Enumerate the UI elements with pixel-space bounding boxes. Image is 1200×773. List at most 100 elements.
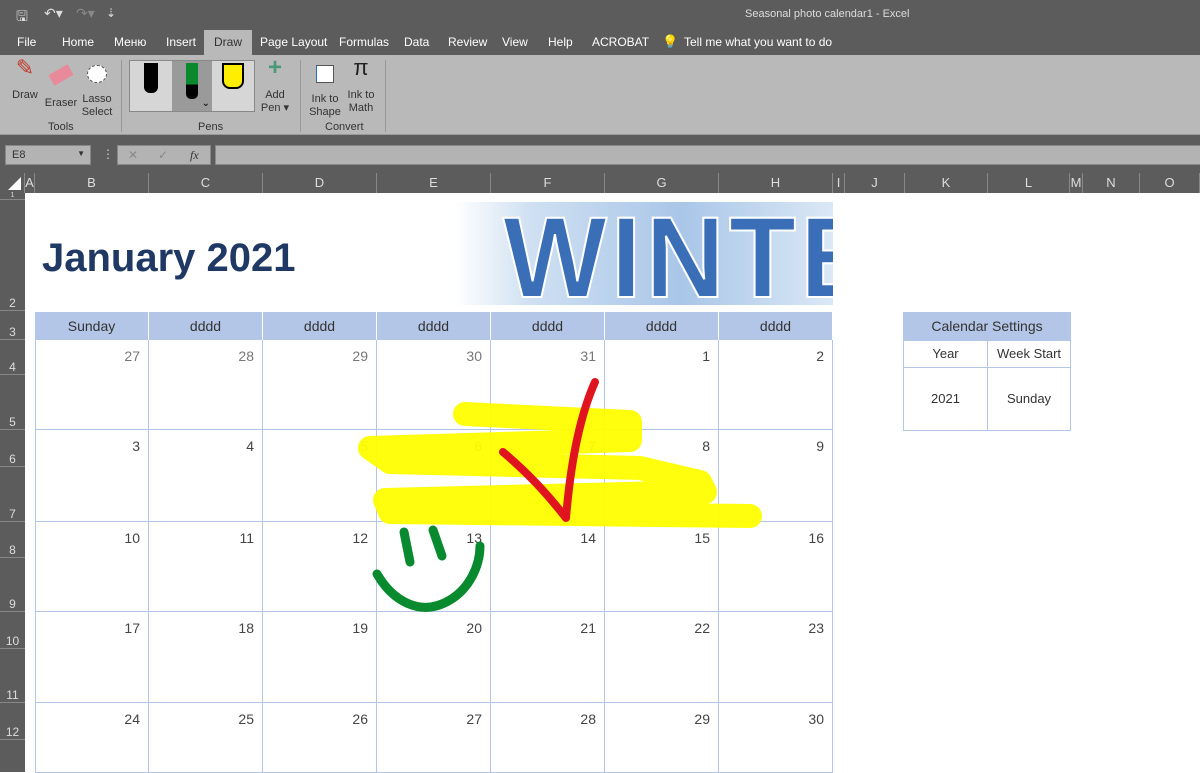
- ink-to-shape-button[interactable]: Ink to Shape: [308, 61, 342, 119]
- enter-icon[interactable]: ✓: [158, 148, 168, 162]
- calendar-day-cell[interactable]: 24: [35, 703, 149, 773]
- calendar-day-cell[interactable]: 4: [149, 430, 263, 522]
- column-header[interactable]: E: [377, 173, 491, 193]
- column-header[interactable]: M: [1070, 173, 1083, 193]
- tab-view[interactable]: View: [492, 30, 538, 55]
- calendar-day-cell[interactable]: 9: [719, 430, 833, 522]
- calendar-day-cell[interactable]: 20: [377, 612, 491, 703]
- row-header[interactable]: 7: [0, 467, 25, 522]
- calendar-day-cell[interactable]: 28: [491, 703, 605, 773]
- undo-icon[interactable]: ↶▾: [44, 5, 63, 22]
- calendar-day-cell[interactable]: 14: [491, 522, 605, 612]
- calendar-day-cell[interactable]: 17: [35, 612, 149, 703]
- calendar-day-cell[interactable]: 28: [149, 340, 263, 430]
- tab-acrobat[interactable]: ACROBAT: [582, 30, 659, 55]
- pen-highlighter[interactable]: [212, 61, 254, 111]
- calendar-day-cell[interactable]: 19: [263, 612, 377, 703]
- window-title: Seasonal photo calendar1 - Excel: [745, 8, 910, 20]
- row-header[interactable]: 10: [0, 612, 25, 649]
- dropdown-icon[interactable]: ▼: [77, 149, 85, 158]
- column-header[interactable]: H: [719, 173, 833, 193]
- calendar-day-cell[interactable]: 30: [377, 340, 491, 430]
- row-header[interactable]: 5: [0, 375, 25, 430]
- column-header[interactable]: I: [833, 173, 845, 193]
- calendar-day-cell[interactable]: 30: [719, 703, 833, 773]
- column-header[interactable]: L: [988, 173, 1070, 193]
- calendar-day-cell[interactable]: 11: [149, 522, 263, 612]
- column-header[interactable]: C: [149, 173, 263, 193]
- redo-icon[interactable]: ↷▾: [76, 5, 95, 22]
- tab-draw[interactable]: Draw: [204, 30, 253, 55]
- column-header[interactable]: A: [25, 173, 35, 193]
- column-header[interactable]: N: [1083, 173, 1140, 193]
- tab-help[interactable]: Help: [538, 30, 583, 55]
- row-header[interactable]: 8: [0, 522, 25, 558]
- calendar-day-cell[interactable]: 27: [377, 703, 491, 773]
- column-header[interactable]: D: [263, 173, 377, 193]
- tab-page-layout[interactable]: Page Layout: [250, 30, 337, 55]
- row-header[interactable]: 9: [0, 558, 25, 612]
- column-header[interactable]: K: [905, 173, 988, 193]
- calendar-day-cell[interactable]: 7: [491, 430, 605, 522]
- calendar-day-cell[interactable]: 16: [719, 522, 833, 612]
- tab-file[interactable]: File: [7, 30, 46, 55]
- calendar-day-cell[interactable]: 1: [605, 340, 719, 430]
- row-header[interactable]: 3: [0, 311, 25, 340]
- tab-data[interactable]: Data: [394, 30, 439, 55]
- cancel-icon[interactable]: ✕: [128, 148, 138, 162]
- calendar-day-cell[interactable]: 21: [491, 612, 605, 703]
- formula-input[interactable]: [215, 145, 1200, 165]
- calendar-day-cell[interactable]: 26: [263, 703, 377, 773]
- column-header[interactable]: O: [1140, 173, 1200, 193]
- calendar-day-cell[interactable]: 22: [605, 612, 719, 703]
- tab-formulas[interactable]: Formulas: [329, 30, 399, 55]
- lasso-select-button[interactable]: Lasso Select: [80, 61, 114, 119]
- tab-insert[interactable]: Insert: [156, 30, 206, 55]
- calendar-day-cell[interactable]: 29: [263, 340, 377, 430]
- row-header[interactable]: 12: [0, 703, 25, 740]
- column-header[interactable]: J: [845, 173, 905, 193]
- ink-to-math-button[interactable]: π Ink to Math: [344, 57, 378, 115]
- calendar-day-cell[interactable]: 27: [35, 340, 149, 430]
- row-header[interactable]: 6: [0, 430, 25, 467]
- select-all-button[interactable]: [0, 173, 25, 193]
- eraser-button[interactable]: Eraser: [44, 61, 78, 110]
- calendar-day-cell[interactable]: 5: [263, 430, 377, 522]
- pen-green[interactable]: ⌄: [172, 61, 212, 111]
- row-header[interactable]: 11: [0, 649, 25, 703]
- calendar-day-cell[interactable]: 3: [35, 430, 149, 522]
- calendar-day-cell[interactable]: 12: [263, 522, 377, 612]
- chevron-down-icon[interactable]: ⌄: [202, 98, 210, 109]
- insert-function-icon[interactable]: fx: [190, 148, 199, 163]
- tab-review[interactable]: Review: [438, 30, 497, 55]
- calendar-day-cell[interactable]: 2: [719, 340, 833, 430]
- calendar-day-cell[interactable]: 25: [149, 703, 263, 773]
- name-box[interactable]: E8 ▼: [5, 145, 91, 165]
- calendar-day-cell[interactable]: 29: [605, 703, 719, 773]
- year-value[interactable]: 2021: [903, 367, 988, 431]
- row-header[interactable]: 1: [0, 192, 25, 200]
- calendar-day-cell[interactable]: 8: [605, 430, 719, 522]
- customize-qat-icon[interactable]: ⇣: [106, 6, 116, 20]
- column-header[interactable]: F: [491, 173, 605, 193]
- row-header[interactable]: 2: [0, 200, 25, 311]
- column-header[interactable]: G: [605, 173, 719, 193]
- column-header[interactable]: B: [35, 173, 149, 193]
- save-icon[interactable]: 🖫: [16, 6, 28, 30]
- calendar-day-cell[interactable]: 6: [377, 430, 491, 522]
- calendar-day-cell[interactable]: 10: [35, 522, 149, 612]
- calendar-day-cell[interactable]: 13: [377, 522, 491, 612]
- calendar-day-cell[interactable]: 23: [719, 612, 833, 703]
- winter-banner-image[interactable]: WINTER: [455, 202, 833, 305]
- calendar-day-cell[interactable]: 15: [605, 522, 719, 612]
- tell-me-search[interactable]: Tell me what you want to do: [674, 30, 842, 55]
- add-pen-button[interactable]: + Add Pen ▾: [260, 56, 290, 115]
- calendar-day-cell[interactable]: 31: [491, 340, 605, 430]
- draw-button[interactable]: ✎ Draw: [8, 57, 42, 102]
- tab-menu[interactable]: Меню: [104, 30, 156, 55]
- calendar-day-cell[interactable]: 18: [149, 612, 263, 703]
- week-start-value[interactable]: Sunday: [987, 367, 1071, 431]
- pen-black[interactable]: [130, 61, 172, 111]
- tab-home[interactable]: Home: [52, 30, 104, 55]
- row-header[interactable]: 4: [0, 340, 25, 375]
